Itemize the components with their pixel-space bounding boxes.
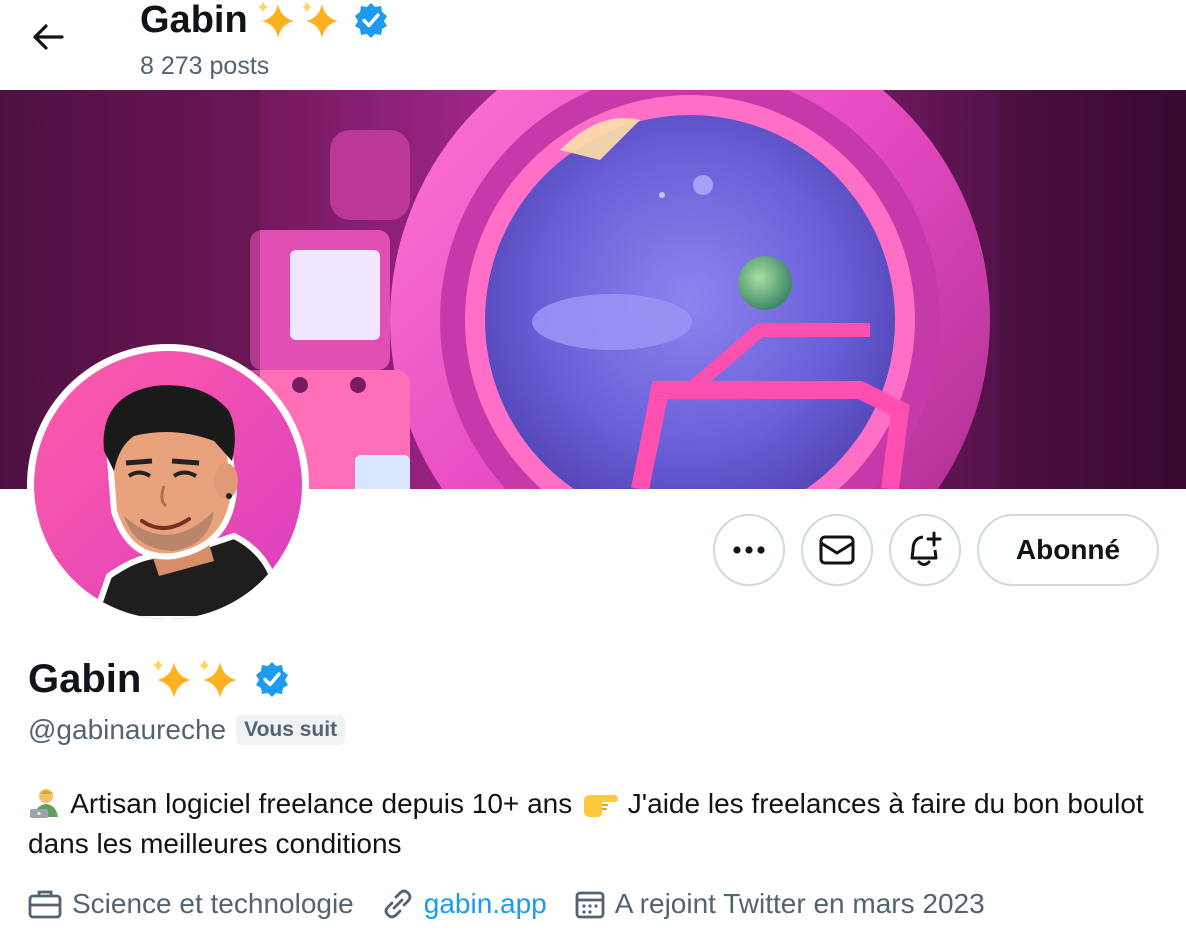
top-bar: Gabin 8 273 posts (0, 0, 1186, 90)
sparkles-icon (153, 659, 238, 698)
profile-meta: Science et technologie gabin.app A rejoi… (28, 888, 1013, 920)
link-icon (384, 889, 412, 919)
calendar-icon (575, 891, 605, 919)
header-title: Gabin (140, 0, 390, 42)
profile-name: Gabin (28, 656, 291, 702)
meta-joined: A rejoint Twitter en mars 2023 (575, 888, 985, 920)
profile-handle: @gabinaureche (28, 714, 227, 745)
technologist-emoji-icon (30, 789, 58, 818)
profile-bio: Artisan logiciel freelance depuis 10+ an… (28, 784, 1168, 864)
envelope-icon (819, 535, 855, 565)
arrow-left-icon (33, 24, 64, 50)
verified-badge-icon[interactable] (253, 660, 291, 698)
bell-plus-icon (910, 531, 942, 566)
profile-name-text: Gabin (28, 656, 142, 701)
following-button[interactable]: Abonné (977, 514, 1159, 586)
joined-text: A rejoint Twitter en mars 2023 (614, 888, 985, 919)
more-icon (733, 546, 765, 554)
message-button[interactable] (801, 514, 873, 586)
more-button[interactable] (713, 514, 785, 586)
notifications-button[interactable] (889, 514, 961, 586)
sparkles-icon (257, 1, 338, 38)
profile-avatar[interactable] (27, 344, 309, 626)
handle-row: @gabinaureche Vous suit (28, 714, 346, 746)
bio-part-1: Artisan logiciel freelance depuis 10+ an… (70, 788, 573, 819)
avatar-image (34, 351, 302, 619)
posts-count: 8 273 posts (140, 52, 270, 80)
back-button[interactable] (22, 14, 74, 60)
profile-page: Gabin 8 273 posts Abonné Gabin @gabinaur… (0, 0, 1186, 952)
briefcase-icon (28, 890, 62, 919)
follows-you-badge: Vous suit (236, 715, 346, 745)
pointing-hand-emoji-icon (584, 795, 618, 817)
header-name: Gabin (140, 0, 248, 41)
website-link[interactable]: gabin.app (424, 888, 547, 920)
meta-website[interactable]: gabin.app (382, 888, 547, 920)
meta-category: Science et technologie (28, 888, 354, 920)
category-text: Science et technologie (72, 888, 354, 919)
verified-badge-icon (354, 3, 387, 38)
